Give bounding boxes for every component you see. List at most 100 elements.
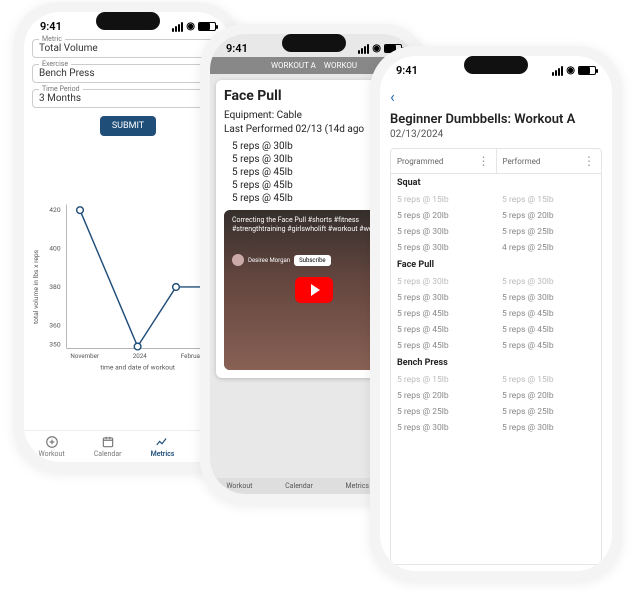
channel-name: Desiree Morgan bbox=[248, 257, 290, 264]
cell-programmed: 5 reps @ 45lb bbox=[391, 322, 496, 338]
battery-icon bbox=[198, 22, 216, 31]
col-performed: Performed bbox=[503, 157, 541, 166]
column-menu-icon[interactable]: ⋮ bbox=[583, 154, 595, 168]
workout-date: 02/13/2024 bbox=[390, 129, 602, 140]
wifi-icon: ◉ bbox=[372, 43, 381, 54]
submit-button[interactable]: SUBMIT bbox=[100, 116, 156, 136]
cell-programmed: 5 reps @ 30lb bbox=[391, 240, 496, 256]
table-row[interactable]: 5 reps @ 30lb4 reps @ 25lb bbox=[391, 240, 601, 256]
svg-text:2024: 2024 bbox=[133, 352, 148, 360]
metric-value: Total Volume bbox=[39, 43, 98, 54]
exercise-header: Bench Press bbox=[391, 354, 601, 372]
cell-performed: 5 reps @ 45lb bbox=[496, 306, 601, 322]
status-time: 9:41 bbox=[396, 64, 418, 77]
exercise-select[interactable]: Exercise Bench Press bbox=[32, 64, 224, 83]
notch bbox=[282, 34, 346, 52]
notch bbox=[96, 12, 160, 30]
table-row[interactable]: 5 reps @ 45lb5 reps @ 45lb bbox=[391, 322, 601, 338]
cell-performed: 5 reps @ 25lb bbox=[496, 224, 601, 240]
table-row[interactable]: 5 reps @ 15lb5 reps @ 15lb bbox=[391, 192, 601, 208]
table-row[interactable]: 5 reps @ 20lb5 reps @ 20lb bbox=[391, 208, 601, 224]
cell-performed: 5 reps @ 15lb bbox=[496, 372, 601, 388]
plus-circle-icon bbox=[45, 435, 59, 449]
exercise-value: Bench Press bbox=[39, 68, 95, 79]
cell-programmed: 5 reps @ 30lb bbox=[391, 224, 496, 240]
table-row[interactable]: 5 reps @ 30lb5 reps @ 30lb bbox=[391, 420, 601, 436]
workout-title: Beginner Dumbbells: Workout A bbox=[390, 112, 602, 127]
metric-select[interactable]: Metric Total Volume bbox=[32, 39, 224, 58]
cell-programmed: 5 reps @ 15lb bbox=[391, 192, 496, 208]
nav-metrics[interactable]: Metrics bbox=[346, 482, 369, 490]
table-row[interactable]: 5 reps @ 30lb5 reps @ 30lb bbox=[391, 274, 601, 290]
calendar-icon bbox=[101, 435, 115, 449]
table-row[interactable]: 5 reps @ 15lb5 reps @ 15lb bbox=[391, 372, 601, 388]
cell-performed: 5 reps @ 30lb bbox=[496, 290, 601, 306]
cell-programmed: 5 reps @ 30lb bbox=[391, 420, 496, 436]
cell-performed: 5 reps @ 30lb bbox=[496, 274, 601, 290]
table-row[interactable]: 5 reps @ 30lb5 reps @ 25lb bbox=[391, 224, 601, 240]
signal-icon bbox=[552, 66, 563, 76]
exercise-header: Face Pull bbox=[391, 256, 601, 274]
nav-metrics[interactable]: Metrics bbox=[151, 435, 175, 458]
table-row[interactable]: 5 reps @ 45lb5 reps @ 45lb bbox=[391, 306, 601, 322]
metric-label: Metric bbox=[39, 35, 65, 43]
table-row[interactable]: 5 reps @ 20lb5 reps @ 20lb bbox=[391, 388, 601, 404]
battery-icon bbox=[578, 66, 596, 75]
cell-programmed: 5 reps @ 45lb bbox=[391, 306, 496, 322]
volume-chart: total volume in lbs x reps 420 400 380 3… bbox=[32, 142, 224, 430]
cell-programmed: 5 reps @ 20lb bbox=[391, 388, 496, 404]
exercise-label: Exercise bbox=[39, 60, 71, 68]
cell-performed: 5 reps @ 30lb bbox=[496, 420, 601, 436]
cell-performed: 5 reps @ 25lb bbox=[496, 404, 601, 420]
col-programmed: Programmed bbox=[397, 157, 443, 166]
status-time: 9:41 bbox=[226, 42, 248, 55]
subscribe-button[interactable]: Subscribe bbox=[294, 255, 331, 266]
cell-programmed: 5 reps @ 20lb bbox=[391, 208, 496, 224]
svg-text:350: 350 bbox=[49, 340, 61, 348]
metrics-icon bbox=[155, 435, 169, 449]
period-select[interactable]: Time Period 3 Months bbox=[32, 89, 224, 108]
svg-text:total volume in lbs x reps: total volume in lbs x reps bbox=[32, 249, 40, 324]
period-label: Time Period bbox=[39, 85, 83, 93]
wifi-icon: ◉ bbox=[186, 21, 195, 32]
svg-text:400: 400 bbox=[49, 244, 61, 252]
channel-avatar bbox=[232, 254, 244, 266]
phone-workout-log: 9:41 ◉ ‹ Beginner Dumbbells: Workout A 0… bbox=[370, 46, 622, 581]
nav-workout[interactable]: Workout bbox=[226, 482, 252, 490]
svg-text:November: November bbox=[70, 352, 100, 360]
svg-text:380: 380 bbox=[49, 283, 61, 291]
cell-performed: 5 reps @ 45lb bbox=[496, 322, 601, 338]
cell-performed: 4 reps @ 25lb bbox=[496, 240, 601, 256]
tab-workout-a[interactable]: WORKOUT A bbox=[271, 61, 316, 70]
table-row[interactable]: 5 reps @ 25lb5 reps @ 25lb bbox=[391, 404, 601, 420]
chevron-left-icon: ‹ bbox=[390, 87, 395, 106]
status-time: 9:41 bbox=[40, 20, 62, 33]
column-menu-icon[interactable]: ⋮ bbox=[478, 154, 490, 168]
cell-performed: 5 reps @ 45lb bbox=[496, 338, 601, 354]
period-value: 3 Months bbox=[39, 93, 81, 104]
svg-text:time and date of workout: time and date of workout bbox=[100, 364, 175, 372]
cell-performed: 5 reps @ 20lb bbox=[496, 388, 601, 404]
back-button[interactable]: ‹ bbox=[390, 85, 602, 112]
table-row[interactable]: 5 reps @ 30lb5 reps @ 30lb bbox=[391, 290, 601, 306]
table-header: Programmed ⋮ Performed ⋮ bbox=[391, 149, 601, 174]
cell-performed: 5 reps @ 20lb bbox=[496, 208, 601, 224]
cell-programmed: 5 reps @ 15lb bbox=[391, 372, 496, 388]
play-icon[interactable] bbox=[295, 277, 333, 303]
wifi-icon: ◉ bbox=[566, 65, 575, 76]
log-table: Programmed⋮ Performed⋮ Squat5 reps @ 15l… bbox=[390, 148, 602, 565]
nav-calendar[interactable]: Calendar bbox=[94, 435, 122, 458]
svg-text:420: 420 bbox=[49, 206, 61, 214]
signal-icon bbox=[172, 22, 183, 32]
exercise-header: Squat bbox=[391, 174, 601, 192]
svg-text:360: 360 bbox=[49, 321, 61, 329]
cell-performed: 5 reps @ 15lb bbox=[496, 192, 601, 208]
nav-calendar[interactable]: Calendar bbox=[285, 482, 313, 490]
notch bbox=[464, 56, 528, 74]
nav-workout[interactable]: Workout bbox=[39, 435, 65, 458]
signal-icon bbox=[358, 44, 369, 54]
tab-workout-b[interactable]: WORKOU bbox=[324, 61, 357, 70]
cell-programmed: 5 reps @ 45lb bbox=[391, 338, 496, 354]
cell-programmed: 5 reps @ 25lb bbox=[391, 404, 496, 420]
table-row[interactable]: 5 reps @ 45lb5 reps @ 45lb bbox=[391, 338, 601, 354]
